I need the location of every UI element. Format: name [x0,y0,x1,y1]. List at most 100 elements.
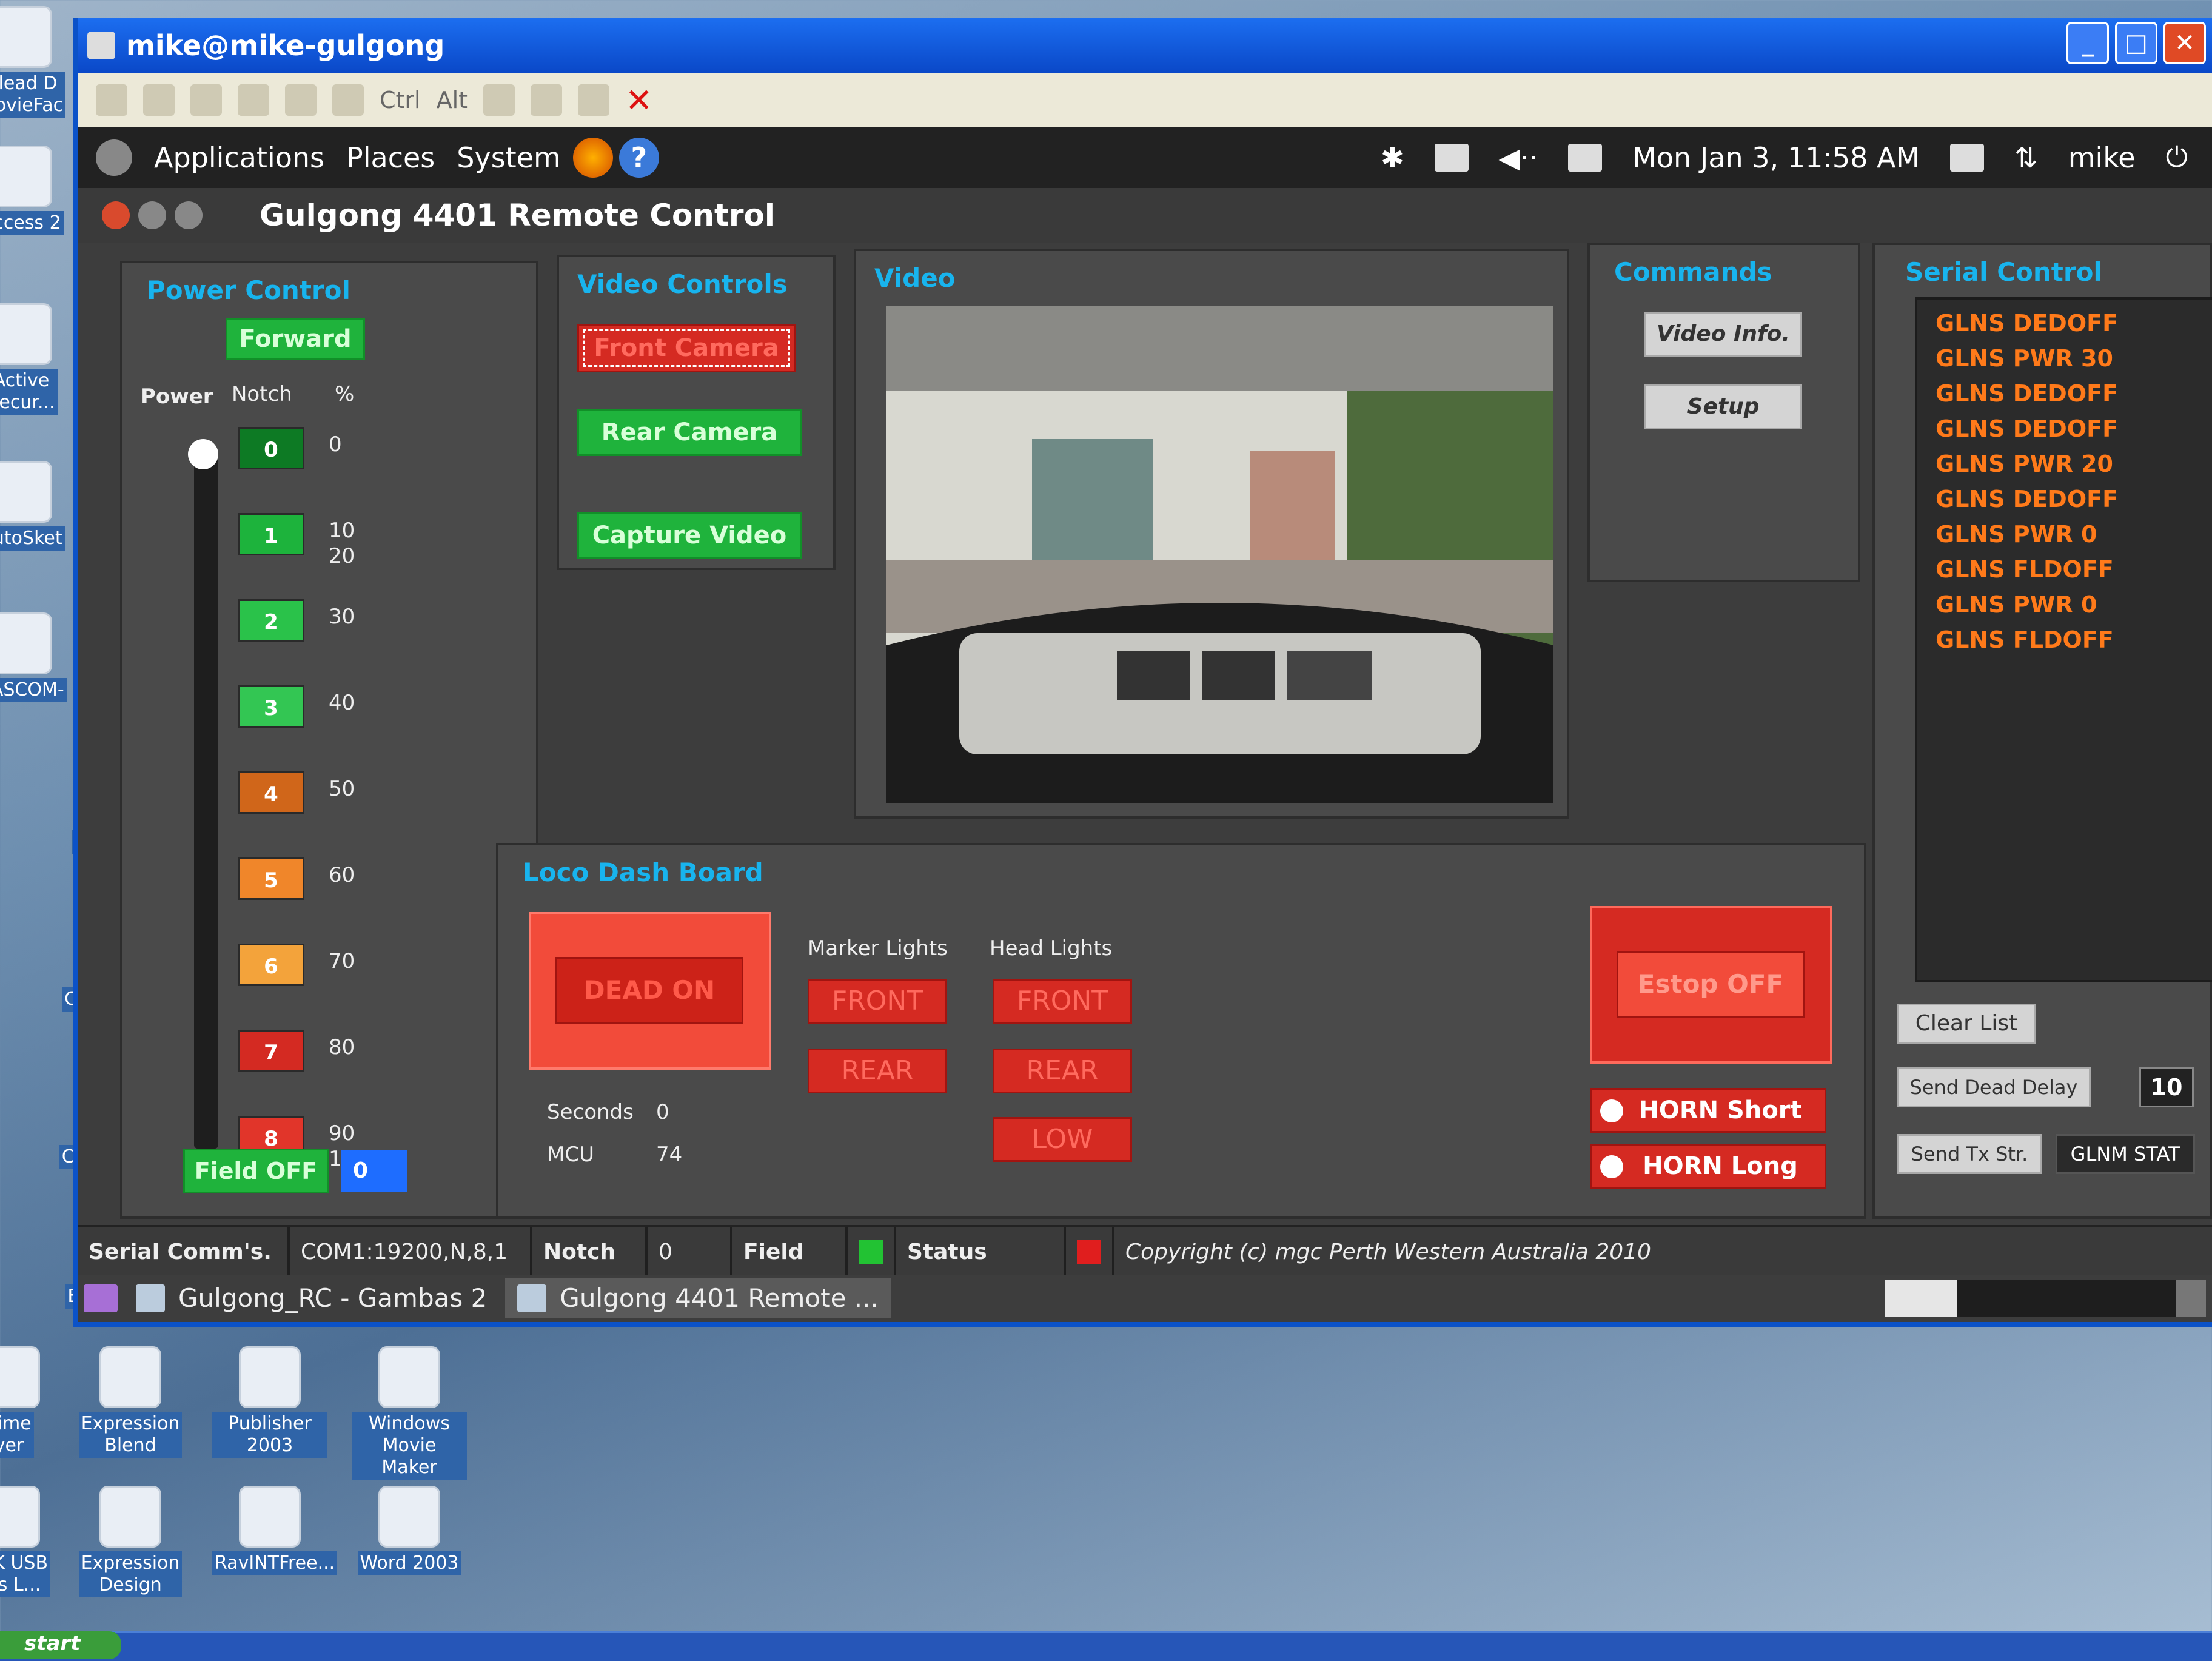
serial-log-list[interactable]: GLNS DEDOFF GLNS PWR 30 GLNS DEDOFF GLNS DE… [1915,297,2212,982]
desktop-icon[interactable]: Publisher 2003 [212,1346,327,1458]
bluetooth-icon[interactable]: ✱ [1381,141,1404,174]
send-tx-string-button[interactable]: Send Tx Str. [1897,1134,2042,1174]
field-toggle-button[interactable]: Field OFF [183,1149,329,1193]
start-button[interactable]: start [0,1631,121,1659]
serial-log-line: GLNS PWR 20 [1936,451,2113,477]
volume-icon[interactable]: ◀·· [1499,141,1538,174]
save-icon[interactable] [578,84,610,116]
options-icon[interactable] [96,84,127,116]
keyboard-icon[interactable] [285,84,317,116]
capture-video-button[interactable]: Capture Video [577,512,802,559]
notch-button-6[interactable]: 6 [238,944,304,986]
desktop-icon[interactable]: Expression Design [73,1486,188,1597]
notch-button-2[interactable]: 2 [238,599,304,642]
user-menu[interactable]: mike [2068,141,2136,174]
menu-places[interactable]: Places [346,141,435,174]
ctrl-key-button[interactable]: Ctrl [380,87,421,113]
notch-percent-label: 50 [329,777,355,801]
menu-applications[interactable]: Applications [154,141,324,174]
app-close-icon[interactable] [102,201,130,229]
marker-rear-button[interactable]: REAR [808,1049,947,1093]
horn-short-button[interactable]: HORN Short [1590,1088,1826,1133]
status-notch-value: 0 [648,1227,732,1277]
app-maximize-icon[interactable] [175,201,203,229]
power-icon[interactable]: ⏻ [2166,141,2188,175]
head-lights-label: Head Lights [990,936,1113,961]
notch-button-5[interactable]: 5 [238,857,304,900]
clock[interactable]: Mon Jan 3, 11:58 AM [1632,141,1920,174]
refresh-icon[interactable] [238,84,269,116]
desktop-icon-label: Access 2 [0,211,64,235]
desktop-icon[interactable]: RavINTFree... [212,1486,338,1575]
serial-comms-label: Serial Comm's. [78,1227,290,1277]
fullscreen-icon[interactable] [190,84,222,116]
menu-system[interactable]: System [457,141,561,174]
horn-long-button[interactable]: HORN Long [1590,1144,1826,1189]
network-icon[interactable]: ⇅ [2014,141,2038,174]
estop-button[interactable]: Estop OFF [1617,951,1805,1018]
task-remote-control[interactable]: Gulgong 4401 Remote ... [505,1278,891,1318]
desktop-icon[interactable]: Time yer [0,1346,67,1458]
minimize-button[interactable]: _ [2066,22,2109,64]
transfer-icon[interactable] [531,84,563,116]
video-feed [886,306,1553,803]
clear-list-button[interactable]: Clear List [1897,1004,2036,1044]
head-front-button[interactable]: FRONT [993,979,1132,1024]
task-gambas[interactable]: Gulgong_RC - Gambas 2 [124,1278,499,1318]
close-button[interactable]: ✕ [2163,22,2206,64]
desktop-icon[interactable]: AutoSket [0,461,79,551]
help-icon[interactable]: ? [618,138,659,178]
power-control-panel: Power Control Forward Power Notch % 0011… [120,261,538,1219]
desktop-icon[interactable]: Windows Movie Maker [352,1346,467,1480]
notch-button-7[interactable]: 7 [238,1030,304,1072]
send-dead-delay-button[interactable]: Send Dead Delay [1897,1067,2091,1107]
info-icon[interactable] [143,84,175,116]
notch-button-1[interactable]: 1 [238,513,304,555]
firefox-icon[interactable] [572,138,613,178]
trash-icon[interactable] [2176,1280,2206,1317]
desktop-icon[interactable]: Ulead D MovieFac [0,6,79,118]
desktop-icon[interactable]: Expression Blend [73,1346,188,1458]
desktop-icon[interactable]: Word 2003 [352,1486,467,1575]
status-status-label: Status [896,1227,1066,1277]
notch-button-4[interactable]: 4 [238,771,304,814]
mail-icon[interactable] [1568,144,1603,172]
workspace-area[interactable] [1957,1280,2176,1317]
setup-button[interactable]: Setup [1644,384,1802,429]
app-minimize-icon[interactable] [138,201,166,229]
notch-percent-label: 80 [329,1035,355,1059]
dead-delay-input[interactable]: 10 [2139,1067,2194,1107]
app-title: Gulgong 4401 Remote Control [260,198,776,233]
desktop-icon-label: Expression Design [78,1551,183,1597]
notch-button-0[interactable]: 0 [238,427,304,469]
monitor-icon[interactable] [1434,144,1469,172]
estop-panel: Estop OFF [1590,906,1832,1064]
dead-on-button[interactable]: DEAD ON [555,957,743,1024]
video-header: Video [874,263,956,293]
desktop-icon[interactable]: BASCOM- [0,612,79,702]
clipboard-icon[interactable] [483,84,515,116]
disconnect-icon[interactable]: ✕ [625,81,652,119]
workspace-switcher[interactable] [1885,1280,1957,1317]
desktop-icon[interactable]: Active Secur... [0,303,79,415]
serial-log-line: GLNS DEDOFF [1936,310,2119,337]
rear-camera-button[interactable]: Rear Camera [577,409,802,456]
desktop-icon[interactable]: Access 2 [0,146,79,235]
front-camera-button[interactable]: Front Camera [577,324,796,372]
power-slider-handle[interactable] [188,439,218,469]
direction-button[interactable]: Forward [226,318,365,360]
head-low-button[interactable]: LOW [993,1117,1132,1162]
display-icon[interactable] [1950,144,1985,172]
power-slider-track[interactable] [194,451,218,1149]
head-rear-button[interactable]: REAR [993,1049,1132,1093]
video-info-button[interactable]: Video Info. [1644,312,1802,357]
notch-button-3[interactable]: 3 [238,685,304,728]
desktop-icon[interactable]: TEK USB ess L... [0,1486,67,1597]
tx-string-input[interactable]: GLNM STAT [2056,1134,2195,1174]
power-column-label: Power [141,384,213,409]
marker-front-button[interactable]: FRONT [808,979,947,1024]
show-desktop-icon[interactable] [84,1284,118,1312]
ctrl-alt-del-icon[interactable] [332,84,364,116]
alt-key-button[interactable]: Alt [437,87,468,113]
maximize-button[interactable]: □ [2115,22,2157,64]
